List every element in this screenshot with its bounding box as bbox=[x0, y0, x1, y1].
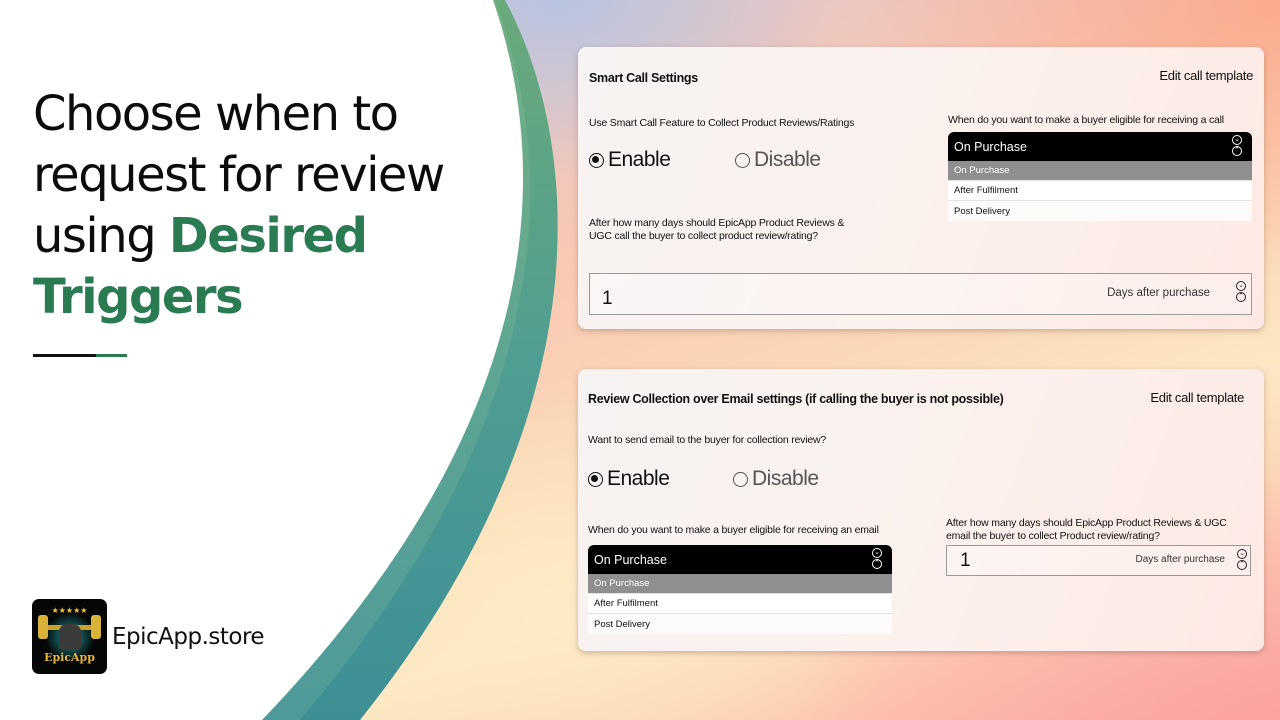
smart-call-settings-card: Smart Call Settings Edit call template U… bbox=[578, 47, 1264, 329]
headline-line: request for review bbox=[33, 147, 445, 203]
chevron-down-icon[interactable]: ⌄ bbox=[1236, 281, 1246, 291]
epicapp-logo: ★★★★★ EpicApp bbox=[32, 599, 107, 674]
days-label: After how many days should EpicApp Produ… bbox=[589, 217, 845, 242]
chevron-down-icon[interactable]: ⌄ bbox=[1237, 549, 1247, 559]
eligibility-label: When do you want to make a buyer eligibl… bbox=[588, 524, 879, 536]
eligibility-select[interactable]: On Purchase ⌄ ⌃ On Purchase After Fulfil… bbox=[588, 545, 892, 634]
eligibility-label: When do you want to make a buyer eligibl… bbox=[948, 114, 1224, 126]
disable-radio[interactable]: Disable bbox=[733, 467, 819, 491]
headline-underline bbox=[33, 354, 127, 357]
smart-call-feature-label: Use Smart Call Feature to Collect Produc… bbox=[589, 117, 855, 129]
headline-accent: Desired bbox=[168, 208, 368, 264]
radio-label: Disable bbox=[752, 467, 819, 490]
select-option[interactable]: After Fulfilment bbox=[948, 181, 1252, 201]
select-option[interactable]: After Fulfilment bbox=[588, 594, 892, 614]
select-current[interactable]: On Purchase ⌄ ⌃ bbox=[948, 132, 1252, 161]
headline: Choose when to request for review using … bbox=[33, 84, 493, 328]
headline-line: Choose when to bbox=[33, 86, 399, 142]
radio-label: Enable bbox=[608, 148, 671, 171]
radio-checked-icon bbox=[588, 471, 603, 487]
chevron-up-icon[interactable]: ⌃ bbox=[1236, 292, 1246, 302]
logo-stars: ★★★★★ bbox=[51, 606, 88, 615]
radio-unchecked-icon bbox=[735, 152, 750, 168]
days-label: After how many days should EpicApp Produ… bbox=[946, 517, 1227, 542]
email-settings-card: Review Collection over Email settings (i… bbox=[578, 369, 1264, 651]
radio-checked-icon bbox=[589, 152, 604, 168]
disable-radio[interactable]: Disable bbox=[735, 148, 821, 172]
days-input[interactable]: 1 Days after purchase ⌄ ⌃ bbox=[589, 273, 1252, 315]
email-feature-label: Want to send email to the buyer for coll… bbox=[588, 434, 827, 446]
radio-unchecked-icon bbox=[733, 471, 748, 487]
card-title: Review Collection over Email settings (i… bbox=[588, 392, 1004, 406]
select-option[interactable]: On Purchase bbox=[948, 161, 1252, 181]
select-option[interactable]: On Purchase bbox=[588, 574, 892, 594]
days-value[interactable]: 1 bbox=[960, 550, 971, 572]
enable-radio[interactable]: Enable bbox=[589, 148, 671, 172]
logo-text: EpicApp bbox=[44, 651, 95, 664]
radio-label: Enable bbox=[607, 467, 670, 490]
select-option[interactable]: Post Delivery bbox=[588, 614, 892, 634]
chevron-up-icon[interactable]: ⌃ bbox=[872, 559, 882, 569]
headline-line: using bbox=[33, 208, 169, 264]
days-suffix: Days after purchase bbox=[1135, 554, 1226, 565]
select-option[interactable]: Post Delivery bbox=[948, 201, 1252, 221]
card-title: Smart Call Settings bbox=[589, 71, 698, 85]
headline-accent: Triggers bbox=[33, 269, 244, 325]
eligibility-select[interactable]: On Purchase ⌄ ⌃ On Purchase After Fulfil… bbox=[948, 132, 1252, 221]
chevron-up-icon[interactable]: ⌃ bbox=[1232, 146, 1242, 156]
chevron-down-icon[interactable]: ⌄ bbox=[1232, 135, 1242, 145]
radio-label: Disable bbox=[754, 148, 821, 171]
days-suffix: Days after purchase bbox=[1107, 287, 1210, 299]
brand-name: EpicApp.store bbox=[112, 623, 265, 650]
chevron-down-icon[interactable]: ⌄ bbox=[872, 548, 882, 558]
promo-text: Choose when to request for review using … bbox=[33, 84, 493, 328]
select-current[interactable]: On Purchase ⌄ ⌃ bbox=[588, 545, 892, 574]
brand: ★★★★★ EpicApp EpicApp.store bbox=[32, 599, 265, 674]
edit-call-template-link[interactable]: Edit call template bbox=[1159, 68, 1253, 83]
enable-radio[interactable]: Enable bbox=[588, 467, 670, 491]
chevron-up-icon[interactable]: ⌃ bbox=[1237, 560, 1247, 570]
days-value[interactable]: 1 bbox=[602, 288, 613, 310]
days-input[interactable]: 1 Days after purchase ⌄ ⌃ bbox=[946, 545, 1251, 576]
edit-call-template-link[interactable]: Edit call template bbox=[1150, 390, 1244, 405]
